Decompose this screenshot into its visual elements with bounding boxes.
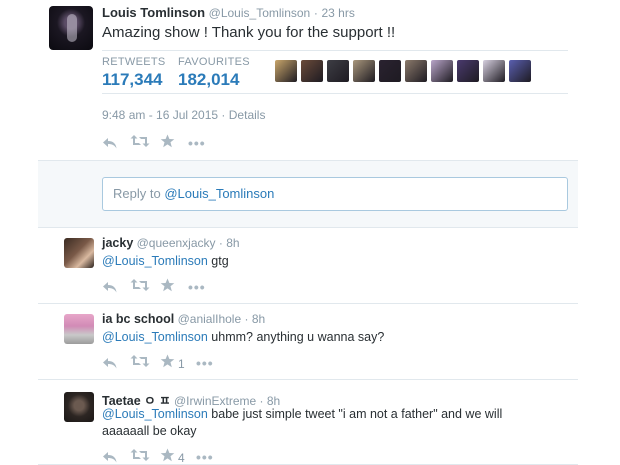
user-handle[interactable]: @queenxjacky xyxy=(137,236,216,250)
retweet-icon[interactable] xyxy=(130,278,160,295)
reply-icon[interactable] xyxy=(102,450,130,464)
favoriter-avatar[interactable] xyxy=(405,60,427,82)
reply-icon[interactable] xyxy=(102,136,130,150)
details-link[interactable]: Details xyxy=(229,108,266,122)
reply-composer-area: Reply to @Louis_Tomlinson xyxy=(38,160,578,228)
tweet-time[interactable]: 8h xyxy=(226,236,239,250)
mention-link[interactable]: @Louis_Tomlinson xyxy=(102,407,208,421)
more-icon[interactable]: ••• xyxy=(188,279,206,295)
star-icon[interactable] xyxy=(160,278,188,295)
mention-link[interactable]: @Louis_Tomlinson xyxy=(102,254,208,268)
favoriter-avatar[interactable] xyxy=(379,60,401,82)
retweets-count: 117,344 xyxy=(102,70,163,89)
avatar[interactable] xyxy=(49,6,93,50)
tweet-actions: ••• xyxy=(102,134,206,151)
user-handle[interactable]: @anialIhole xyxy=(178,312,242,326)
star-icon[interactable] xyxy=(160,134,188,151)
reply-icon[interactable] xyxy=(102,280,130,294)
avatar[interactable] xyxy=(64,392,94,422)
tweet-stats: RETWEETS 117,344 FAVOURITES 182,014 xyxy=(102,50,568,94)
star-icon[interactable]: 1 xyxy=(160,354,188,371)
favoriter-avatar[interactable] xyxy=(431,60,453,82)
favoriter-avatar[interactable] xyxy=(457,60,479,82)
tweet-timestamp-line: 9:48 am - 16 Jul 2015 · Details xyxy=(102,108,265,122)
favoriter-avatars xyxy=(275,60,531,84)
favoriter-avatar[interactable] xyxy=(275,60,297,82)
tweet-text: Amazing show ! Thank you for the support… xyxy=(102,24,396,41)
reply-text: @Louis_Tomlinson babe just simple tweet … xyxy=(102,406,542,440)
favoriter-avatar[interactable] xyxy=(327,60,349,82)
avatar[interactable] xyxy=(64,314,94,344)
reply-mention: @Louis_Tomlinson xyxy=(164,186,275,201)
favourites-count: 182,014 xyxy=(178,70,240,89)
mention-link[interactable]: @Louis_Tomlinson xyxy=(102,330,208,344)
user-handle[interactable]: @Louis_Tomlinson xyxy=(209,6,311,20)
separator-dot: · xyxy=(218,236,223,250)
tweet-actions: 1 ••• xyxy=(102,354,214,371)
tweet-header: Louis Tomlinson @Louis_Tomlinson · 23 hr… xyxy=(102,5,355,20)
reply-body: uhmm? anything u wanna say? xyxy=(207,330,385,344)
reply-header: jacky @queenxjacky · 8h xyxy=(102,236,240,250)
more-icon[interactable]: ••• xyxy=(188,135,206,151)
favoriter-avatar[interactable] xyxy=(301,60,323,82)
star-icon[interactable]: 4 xyxy=(160,448,188,465)
retweet-icon[interactable] xyxy=(130,448,160,465)
list-item: jacky @queenxjacky · 8h @Louis_Tomlinson… xyxy=(38,228,578,304)
reply-prefix: Reply to xyxy=(113,186,165,201)
reply-text: @Louis_Tomlinson uhmm? anything u wanna … xyxy=(102,329,542,346)
favoriter-avatar[interactable] xyxy=(353,60,375,82)
reply-body: gtg xyxy=(207,254,229,268)
favoriter-avatar[interactable] xyxy=(509,60,531,82)
list-item: ia bc school @anialIhole · 8h @Louis_Tom… xyxy=(38,304,578,380)
list-item: Taetae ㅇ ㅍ @IrwinExtreme · 8h @Louis_Tom… xyxy=(38,380,578,465)
retweets-label: RETWEETS xyxy=(102,56,166,68)
tweet-actions: 4 ••• xyxy=(102,448,214,465)
tweet-timestamp: 9:48 am - 16 Jul 2015 xyxy=(102,108,219,122)
user-name[interactable]: ia bc school xyxy=(102,312,174,326)
favoriter-avatar[interactable] xyxy=(483,60,505,82)
avatar[interactable] xyxy=(64,238,94,268)
separator-dot: · xyxy=(313,6,318,20)
tweet-time[interactable]: 8h xyxy=(252,312,265,326)
user-name[interactable]: Louis Tomlinson xyxy=(102,5,205,20)
user-name[interactable]: jacky xyxy=(102,236,133,250)
retweet-icon[interactable] xyxy=(130,134,160,151)
retweets-stat[interactable]: RETWEETS 117,344 xyxy=(102,56,166,90)
favorite-count: 1 xyxy=(178,357,185,371)
reply-input[interactable]: Reply to @Louis_Tomlinson xyxy=(102,177,568,211)
favorite-count: 4 xyxy=(178,451,185,465)
main-tweet: Louis Tomlinson @Louis_Tomlinson · 23 hr… xyxy=(38,0,578,160)
more-icon[interactable]: ••• xyxy=(196,449,214,465)
tweet-actions: ••• xyxy=(102,278,206,295)
retweet-icon[interactable] xyxy=(130,354,160,371)
separator-dot: · xyxy=(221,108,226,122)
more-icon[interactable]: ••• xyxy=(196,355,214,371)
favourites-stat[interactable]: FAVOURITES 182,014 xyxy=(178,56,250,90)
separator-dot: · xyxy=(244,312,249,326)
reply-header: ia bc school @anialIhole · 8h xyxy=(102,312,265,326)
tweet-time[interactable]: 23 hrs xyxy=(321,6,354,20)
favourites-label: FAVOURITES xyxy=(178,56,250,68)
tweet-conversation: Louis Tomlinson @Louis_Tomlinson · 23 hr… xyxy=(38,0,578,465)
reply-text: @Louis_Tomlinson gtg xyxy=(102,253,542,270)
reply-icon[interactable] xyxy=(102,356,130,370)
